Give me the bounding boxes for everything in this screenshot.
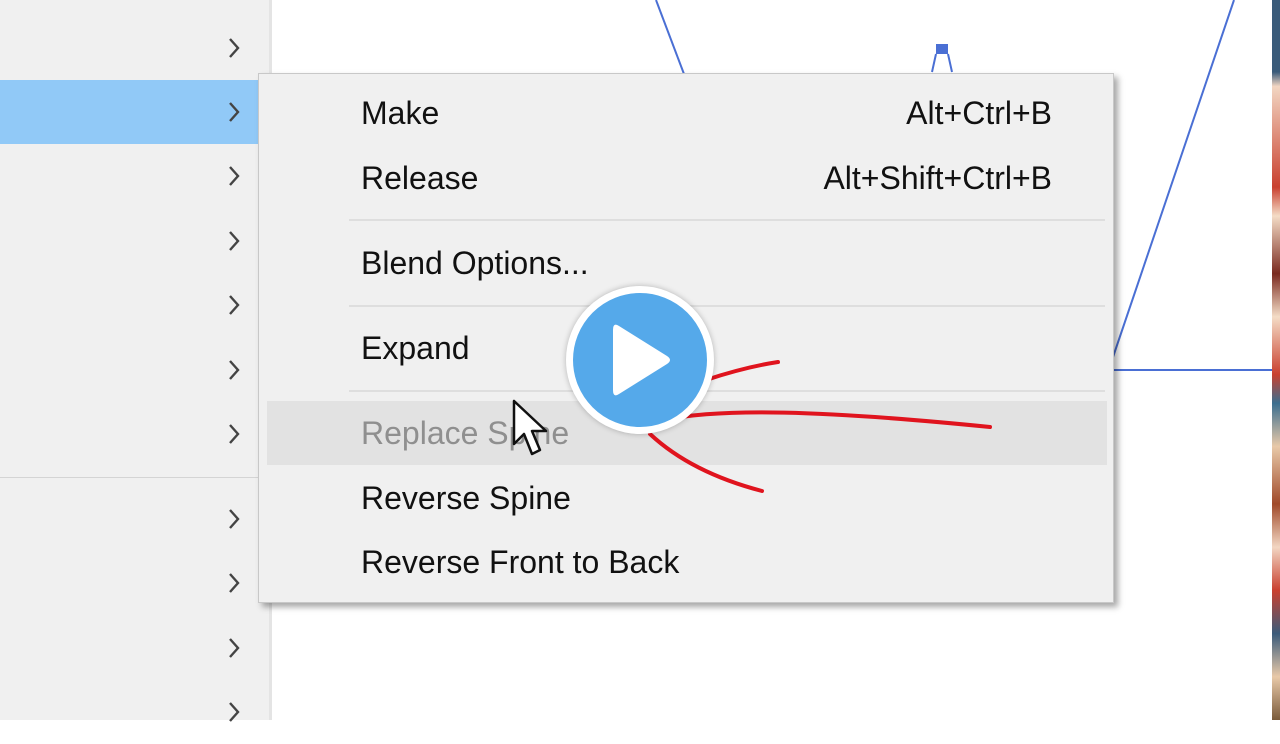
menu-item-label: Reverse Front to Back bbox=[361, 543, 680, 580]
menu-item-shortcut: Alt+Shift+Ctrl+B bbox=[823, 159, 1052, 196]
chevron-right-icon bbox=[224, 338, 244, 402]
parent-menu-item[interactable] bbox=[0, 209, 268, 273]
parent-menu-item[interactable] bbox=[0, 144, 268, 208]
blend-path-left bbox=[655, 0, 685, 75]
menu-item-reverse-front-to-back[interactable]: Reverse Front to Back bbox=[267, 530, 1107, 594]
menu-item-label: Reverse Spine bbox=[361, 479, 571, 516]
chevron-right-icon bbox=[224, 680, 244, 744]
parent-menu-item[interactable] bbox=[0, 338, 268, 402]
chevron-right-icon bbox=[224, 402, 244, 466]
menu-item-label: Blend Options... bbox=[361, 244, 589, 281]
menu-separator bbox=[0, 477, 268, 478]
chevron-right-icon bbox=[224, 487, 244, 551]
menu-item-reverse-spine[interactable]: Reverse Spine bbox=[267, 466, 1107, 530]
anchor-handle-icon bbox=[931, 44, 953, 73]
chevron-right-icon bbox=[224, 551, 244, 615]
chevron-right-icon bbox=[224, 209, 244, 273]
chevron-right-icon bbox=[224, 80, 244, 144]
parent-menu-item[interactable] bbox=[0, 273, 268, 337]
play-icon bbox=[613, 324, 670, 396]
parent-menu-item[interactable] bbox=[0, 402, 268, 466]
parent-menu-item[interactable] bbox=[0, 16, 268, 80]
blend-path-right bbox=[1111, 0, 1235, 361]
menu-separator bbox=[349, 390, 1105, 392]
menu-item-make[interactable]: Make Alt+Ctrl+B bbox=[267, 81, 1107, 145]
menu-item-label: Replace Spine bbox=[361, 414, 570, 451]
menu-item-blend-options[interactable]: Blend Options... bbox=[267, 231, 1107, 295]
menu-separator bbox=[349, 219, 1105, 221]
menu-item-label: Make bbox=[361, 94, 440, 131]
parent-menu-item[interactable] bbox=[0, 680, 268, 744]
menu-separator bbox=[349, 305, 1105, 307]
menu-item-label: Release bbox=[361, 159, 479, 196]
background-window-edge bbox=[1272, 0, 1280, 720]
menu-item-label: Expand bbox=[361, 329, 470, 366]
menu-item-shortcut: Alt+Ctrl+B bbox=[906, 94, 1052, 131]
chevron-right-icon bbox=[224, 616, 244, 680]
chevron-right-icon bbox=[224, 16, 244, 80]
menu-item-release[interactable]: Release Alt+Shift+Ctrl+B bbox=[267, 146, 1107, 210]
parent-menu-item[interactable] bbox=[0, 551, 268, 615]
parent-menu-item[interactable] bbox=[0, 487, 268, 551]
parent-menu bbox=[0, 0, 272, 722]
chevron-right-icon bbox=[224, 273, 244, 337]
parent-menu-item[interactable] bbox=[0, 616, 268, 680]
play-button[interactable] bbox=[566, 286, 714, 434]
chevron-right-icon bbox=[224, 144, 244, 208]
parent-menu-item[interactable] bbox=[0, 80, 268, 144]
